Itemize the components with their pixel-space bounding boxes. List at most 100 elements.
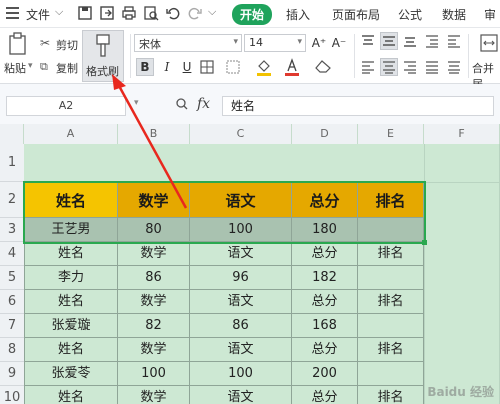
table-cell[interactable]: 张爱苓 — [24, 362, 118, 386]
table-cell[interactable]: 李力 — [24, 266, 118, 290]
header-cell-rank[interactable]: 排名 — [358, 182, 424, 218]
paste-dropdown-icon[interactable]: ▾ — [28, 61, 33, 71]
outdent-icon[interactable] — [446, 34, 462, 48]
column-header-d[interactable]: D — [292, 124, 358, 144]
paste-button[interactable]: 粘贴 — [4, 60, 26, 76]
table-cell[interactable]: 数学 — [118, 290, 190, 314]
table-cell[interactable] — [358, 314, 424, 338]
table-cell[interactable]: 数学 — [118, 338, 190, 362]
menu-icon[interactable] — [6, 7, 19, 19]
select-all-corner[interactable] — [0, 124, 24, 144]
font-size-select[interactable]: 14 ▾ — [244, 34, 306, 52]
table-cell[interactable]: 100 — [190, 362, 292, 386]
align-center-icon[interactable] — [380, 58, 398, 76]
header-cell-chinese[interactable]: 语文 — [190, 182, 292, 218]
print-icon[interactable] — [120, 4, 138, 22]
table-cell[interactable]: 姓名 — [24, 338, 118, 362]
underline-button[interactable]: U — [178, 58, 196, 76]
merge-center-icon[interactable] — [480, 34, 498, 52]
quick-access-more-icon[interactable]: ⌵ — [208, 5, 216, 19]
align-left-icon[interactable] — [360, 60, 376, 74]
tab-review[interactable]: 审 — [484, 6, 496, 23]
tab-page-layout[interactable]: 页面布局 — [332, 6, 380, 23]
eraser-icon[interactable] — [314, 58, 332, 74]
formula-input[interactable]: 姓名 — [222, 96, 494, 116]
table-cell[interactable] — [358, 218, 424, 242]
column-header-b[interactable]: B — [118, 124, 190, 144]
grow-font-button[interactable]: A⁺ — [310, 34, 328, 52]
file-menu[interactable]: 文件 — [26, 6, 50, 23]
table-cell[interactable]: 姓名 — [24, 386, 118, 404]
export-icon[interactable] — [98, 4, 116, 22]
table-cell[interactable]: 姓名 — [24, 290, 118, 314]
row-header-3[interactable]: 3 — [0, 218, 24, 242]
table-cell[interactable]: 总分 — [292, 338, 358, 362]
table-cell[interactable]: 86 — [118, 266, 190, 290]
table-cell[interactable]: 86 — [190, 314, 292, 338]
chevron-down-icon[interactable]: ⌵ — [55, 5, 63, 19]
fill-color-icon[interactable] — [256, 58, 272, 76]
borders-icon[interactable] — [200, 60, 214, 74]
row-header-7[interactable]: 7 — [0, 314, 24, 338]
table-cell[interactable]: 姓名 — [24, 242, 118, 266]
column-header-c[interactable]: C — [190, 124, 292, 144]
align-top-icon[interactable] — [360, 34, 376, 48]
column-header-f[interactable]: F — [424, 124, 500, 144]
table-cell[interactable]: 182 — [292, 266, 358, 290]
table-cell[interactable]: 180 — [292, 218, 358, 242]
table-cell[interactable]: 总分 — [292, 386, 358, 404]
tab-data[interactable]: 数据 — [442, 6, 466, 23]
table-cell[interactable] — [358, 266, 424, 290]
row-header-2[interactable]: 2 — [0, 182, 24, 218]
table-cell[interactable]: 王艺男 — [24, 218, 118, 242]
bold-button[interactable]: B — [136, 58, 154, 76]
name-box[interactable]: A2 — [6, 96, 126, 116]
row-header-4[interactable]: 4 — [0, 242, 24, 266]
fill-handle[interactable] — [422, 240, 427, 245]
indent-icon[interactable] — [424, 34, 440, 48]
fx-icon[interactable]: fx — [197, 96, 210, 112]
copy-button[interactable]: 复制 — [56, 60, 78, 76]
save-icon[interactable] — [76, 4, 94, 22]
cut-button[interactable]: 剪切 — [56, 37, 78, 53]
table-cell[interactable]: 排名 — [358, 242, 424, 266]
table-cell[interactable]: 语文 — [190, 242, 292, 266]
table-cell[interactable]: 总分 — [292, 290, 358, 314]
table-cell[interactable]: 语文 — [190, 386, 292, 404]
table-cell[interactable]: 排名 — [358, 338, 424, 362]
table-cell[interactable]: 96 — [190, 266, 292, 290]
align-bottom-icon[interactable] — [402, 34, 418, 48]
table-cell[interactable]: 数学 — [118, 242, 190, 266]
table-cell[interactable]: 数学 — [118, 386, 190, 404]
merge-border-icon[interactable] — [226, 60, 240, 74]
table-cell[interactable]: 排名 — [358, 290, 424, 314]
table-cell[interactable]: 200 — [292, 362, 358, 386]
table-cell[interactable]: 82 — [118, 314, 190, 338]
table-cell[interactable]: 语文 — [190, 290, 292, 314]
align-middle-icon[interactable] — [380, 32, 398, 50]
table-cell[interactable]: 168 — [292, 314, 358, 338]
column-header-e[interactable]: E — [358, 124, 424, 144]
table-cell[interactable]: 语文 — [190, 338, 292, 362]
table-cell[interactable]: 80 — [118, 218, 190, 242]
table-cell[interactable] — [358, 362, 424, 386]
row-header-8[interactable]: 8 — [0, 338, 24, 362]
italic-button[interactable]: I — [158, 58, 176, 76]
table-cell[interactable]: 100 — [190, 218, 292, 242]
redo-icon[interactable] — [186, 4, 204, 22]
zoom-search-icon[interactable] — [176, 98, 188, 110]
name-box-dropdown-icon[interactable]: ▾ — [134, 98, 139, 108]
table-cell[interactable]: 100 — [118, 362, 190, 386]
shrink-font-button[interactable]: A⁻ — [330, 34, 348, 52]
header-cell-math[interactable]: 数学 — [118, 182, 190, 218]
tab-home[interactable]: 开始 — [232, 4, 273, 25]
row-header-9[interactable]: 9 — [0, 362, 24, 386]
table-cell[interactable]: 排名 — [358, 386, 424, 404]
font-name-select[interactable]: 宋体 ▾ — [134, 34, 242, 52]
format-painter-button[interactable]: 格式刷 — [82, 30, 124, 82]
align-right-icon[interactable] — [402, 60, 418, 74]
undo-icon[interactable] — [164, 4, 182, 22]
table-cell[interactable]: 总分 — [292, 242, 358, 266]
header-cell-name[interactable]: 姓名 — [24, 182, 118, 218]
tab-formulas[interactable]: 公式 — [398, 6, 422, 23]
